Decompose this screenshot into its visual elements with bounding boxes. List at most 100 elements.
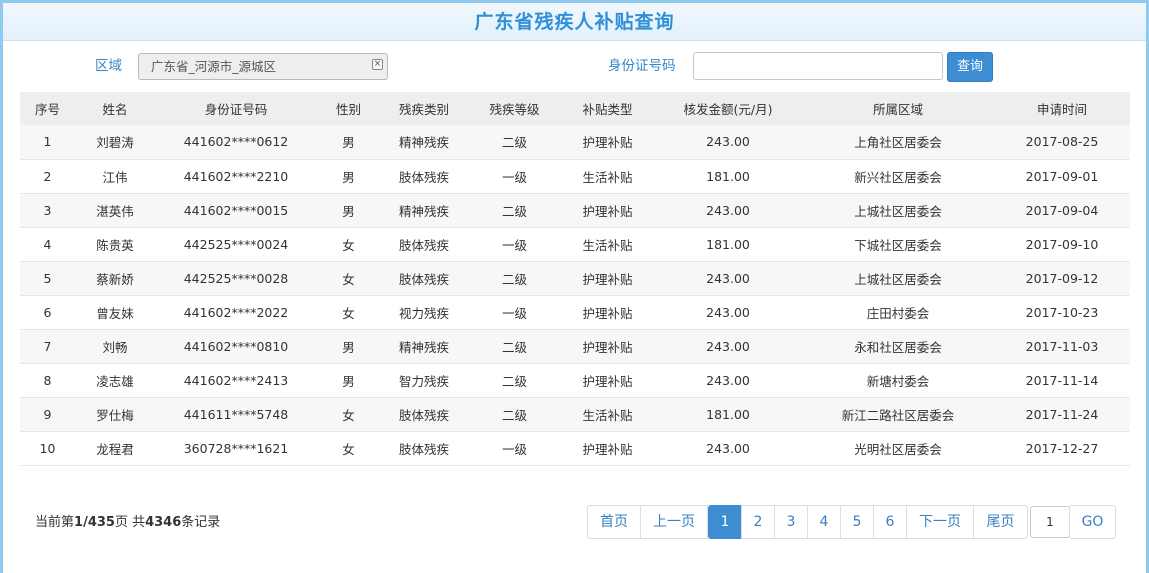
table-cell: 女 [317,295,380,330]
table-cell: 2017-09-12 [994,261,1130,296]
table-cell: 360728****1621 [155,431,317,466]
table-cell: 护理补贴 [561,125,654,160]
table-cell: 光明社区居委会 [802,431,994,466]
column-header: 补贴类型 [561,92,654,125]
table-cell: 精神残疾 [380,329,468,364]
summary-total-records: 4346 [145,515,182,530]
table-cell: 新江二路社区居委会 [802,397,994,432]
table-cell: 庄田村委会 [802,295,994,330]
table-cell: 二级 [468,397,561,432]
search-form: 区域 广东省_河源市_源城区 × 身份证号码 查询 [0,50,1149,82]
table-cell: 441602****0015 [155,193,317,228]
column-header: 残疾等级 [468,92,561,125]
table-row: 8 凌志雄 441602****2413 男智力残疾 二级 护理补贴 243.00 新塘村委会… [20,363,1130,398]
table-cell: 441602****0612 [155,125,317,160]
table-row: 2 江伟 441602****2210 男肢体残疾 一级 生活补贴 181.00 新兴社区居委… [20,159,1130,194]
table-cell: 6 [20,295,75,330]
table-cell: 护理补贴 [561,431,654,466]
table-cell: 陈贵英 [75,227,155,262]
next-page-button[interactable]: 下一页 [906,505,974,539]
table-cell: 护理补贴 [561,329,654,364]
table-cell: 3 [20,193,75,228]
table-cell: 男 [317,363,380,398]
table-cell: 上城社区居委会 [802,261,994,296]
column-header: 残疾类别 [380,92,468,125]
table-cell: 护理补贴 [561,363,654,398]
table-cell: 4 [20,227,75,262]
table-cell: 护理补贴 [561,295,654,330]
table-cell: 女 [317,227,380,262]
region-select[interactable]: 广东省_河源市_源城区 × [138,53,388,80]
table-cell: 肢体残疾 [380,431,468,466]
table-cell: 10 [20,431,75,466]
page-number-button[interactable]: 2 [741,505,775,539]
column-header: 姓名 [75,92,155,125]
last-page-button[interactable]: 尾页 [973,505,1028,539]
table-cell: 181.00 [654,227,802,262]
table-cell: 181.00 [654,159,802,194]
page-number-button[interactable]: 3 [774,505,808,539]
table-row: 9 罗仕梅 441611****5748 女肢体残疾 二级 生活补贴 181.00 新江二路社… [20,397,1130,432]
table-cell: 二级 [468,193,561,228]
table-cell: 肢体残疾 [380,261,468,296]
table-cell: 生活补贴 [561,159,654,194]
table-cell: 二级 [468,261,561,296]
table-cell: 181.00 [654,397,802,432]
table-cell: 8 [20,363,75,398]
table-cell: 肢体残疾 [380,159,468,194]
table-cell: 243.00 [654,329,802,364]
page-number-button[interactable]: 1 [708,505,742,539]
prev-page-button[interactable]: 上一页 [640,505,708,539]
table-cell: 龙程君 [75,431,155,466]
summary-total-pages: 435 [87,515,115,530]
summary-suffix: 条记录 [181,515,221,530]
table-cell: 5 [20,261,75,296]
table-cell: 243.00 [654,295,802,330]
id-number-input[interactable] [693,52,943,80]
table-cell: 2017-12-27 [994,431,1130,466]
first-page-button[interactable]: 首页 [587,505,641,539]
table-cell: 蔡新娇 [75,261,155,296]
table-cell: 2017-11-24 [994,397,1130,432]
close-x-icon[interactable]: × [372,59,383,70]
pagination-summary: 当前第1/435页 共4346条记录 [35,511,220,530]
table-cell: 男 [317,329,380,364]
table-cell: 护理补贴 [561,193,654,228]
table-cell: 243.00 [654,261,802,296]
table-cell: 2017-08-25 [994,125,1130,160]
table-row: 5 蔡新娇 442525****0028 女肢体残疾 二级 护理补贴 243.00 上城社区居… [20,261,1130,296]
table-cell: 441602****2022 [155,295,317,330]
table-cell: 上城社区居委会 [802,193,994,228]
table-cell: 肢体残疾 [380,397,468,432]
table-cell: 刘碧涛 [75,125,155,160]
table-row: 6 曾友妹 441602****2022 女视力残疾 一级 护理补贴 243.00 庄田村委会… [20,295,1130,330]
table-cell: 肢体残疾 [380,227,468,262]
go-button[interactable]: GO [1069,505,1116,539]
table-cell: 442525****0028 [155,261,317,296]
column-header: 所属区域 [802,92,994,125]
query-button[interactable]: 查询 [947,52,993,82]
table-cell: 441611****5748 [155,397,317,432]
page-number-button[interactable]: 5 [840,505,874,539]
table-cell: 2017-11-14 [994,363,1130,398]
summary-mid: 页 共 [114,515,146,530]
table-cell: 441602****0810 [155,329,317,364]
table-row: 4 陈贵英 442525****0024 女肢体残疾 一级 生活补贴 181.00 下城社区居… [20,227,1130,262]
table-cell: 新塘村委会 [802,363,994,398]
page-number-button[interactable]: 6 [873,505,907,539]
goto-page-input[interactable] [1030,506,1070,538]
table-body: 1 刘碧涛 441602****0612 男精神残疾 二级 护理补贴 243.00 上角社区居… [20,125,1130,466]
table-cell: 二级 [468,125,561,160]
table-cell: 二级 [468,363,561,398]
title-bar: 广东省残疾人补贴查询 [3,3,1146,41]
summary-prefix: 当前第 [35,515,75,530]
table-cell: 曾友妹 [75,295,155,330]
table-cell: 永和社区居委会 [802,329,994,364]
table-cell: 男 [317,159,380,194]
table-cell: 442525****0024 [155,227,317,262]
page-number-button[interactable]: 4 [807,505,841,539]
pagination: 首页 上一页 123456 下一页 尾页 GO [587,505,1116,539]
table-cell: 243.00 [654,193,802,228]
table-cell: 智力残疾 [380,363,468,398]
table-cell: 精神残疾 [380,193,468,228]
